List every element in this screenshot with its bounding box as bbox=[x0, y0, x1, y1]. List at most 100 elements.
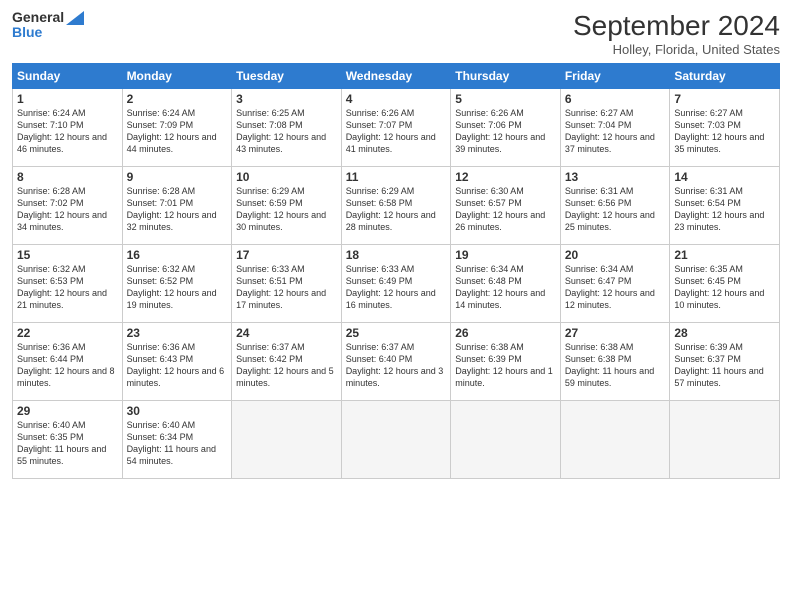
table-row: 7 Sunrise: 6:27 AM Sunset: 7:03 PM Dayli… bbox=[670, 89, 780, 167]
day-number: 23 bbox=[127, 326, 228, 340]
day-info: Sunrise: 6:32 AM Sunset: 6:52 PM Dayligh… bbox=[127, 263, 228, 312]
table-row bbox=[232, 401, 342, 479]
table-row: 25 Sunrise: 6:37 AM Sunset: 6:40 PM Dayl… bbox=[341, 323, 451, 401]
table-row: 11 Sunrise: 6:29 AM Sunset: 6:58 PM Dayl… bbox=[341, 167, 451, 245]
day-info: Sunrise: 6:34 AM Sunset: 6:48 PM Dayligh… bbox=[455, 263, 556, 312]
table-row: 6 Sunrise: 6:27 AM Sunset: 7:04 PM Dayli… bbox=[560, 89, 670, 167]
table-row: 23 Sunrise: 6:36 AM Sunset: 6:43 PM Dayl… bbox=[122, 323, 232, 401]
calendar-week-row: 1 Sunrise: 6:24 AM Sunset: 7:10 PM Dayli… bbox=[13, 89, 780, 167]
day-info: Sunrise: 6:31 AM Sunset: 6:56 PM Dayligh… bbox=[565, 185, 666, 234]
day-number: 1 bbox=[17, 92, 118, 106]
day-number: 13 bbox=[565, 170, 666, 184]
day-info: Sunrise: 6:31 AM Sunset: 6:54 PM Dayligh… bbox=[674, 185, 775, 234]
page-container: General Blue September 2024 Holley, Flor… bbox=[0, 0, 792, 489]
day-info: Sunrise: 6:38 AM Sunset: 6:39 PM Dayligh… bbox=[455, 341, 556, 390]
table-row: 15 Sunrise: 6:32 AM Sunset: 6:53 PM Dayl… bbox=[13, 245, 123, 323]
table-row: 19 Sunrise: 6:34 AM Sunset: 6:48 PM Dayl… bbox=[451, 245, 561, 323]
calendar-week-row: 15 Sunrise: 6:32 AM Sunset: 6:53 PM Dayl… bbox=[13, 245, 780, 323]
col-wednesday: Wednesday bbox=[341, 64, 451, 89]
col-monday: Monday bbox=[122, 64, 232, 89]
table-row: 13 Sunrise: 6:31 AM Sunset: 6:56 PM Dayl… bbox=[560, 167, 670, 245]
day-number: 26 bbox=[455, 326, 556, 340]
day-number: 27 bbox=[565, 326, 666, 340]
table-row: 21 Sunrise: 6:35 AM Sunset: 6:45 PM Dayl… bbox=[670, 245, 780, 323]
table-row: 22 Sunrise: 6:36 AM Sunset: 6:44 PM Dayl… bbox=[13, 323, 123, 401]
calendar-header-row: Sunday Monday Tuesday Wednesday Thursday… bbox=[13, 64, 780, 89]
table-row: 30 Sunrise: 6:40 AM Sunset: 6:34 PM Dayl… bbox=[122, 401, 232, 479]
day-number: 6 bbox=[565, 92, 666, 106]
table-row: 8 Sunrise: 6:28 AM Sunset: 7:02 PM Dayli… bbox=[13, 167, 123, 245]
table-row: 26 Sunrise: 6:38 AM Sunset: 6:39 PM Dayl… bbox=[451, 323, 561, 401]
day-info: Sunrise: 6:24 AM Sunset: 7:10 PM Dayligh… bbox=[17, 107, 118, 156]
table-row: 24 Sunrise: 6:37 AM Sunset: 6:42 PM Dayl… bbox=[232, 323, 342, 401]
day-number: 30 bbox=[127, 404, 228, 418]
day-info: Sunrise: 6:28 AM Sunset: 7:02 PM Dayligh… bbox=[17, 185, 118, 234]
day-info: Sunrise: 6:25 AM Sunset: 7:08 PM Dayligh… bbox=[236, 107, 337, 156]
table-row: 10 Sunrise: 6:29 AM Sunset: 6:59 PM Dayl… bbox=[232, 167, 342, 245]
day-number: 29 bbox=[17, 404, 118, 418]
day-number: 28 bbox=[674, 326, 775, 340]
table-row: 20 Sunrise: 6:34 AM Sunset: 6:47 PM Dayl… bbox=[560, 245, 670, 323]
day-info: Sunrise: 6:34 AM Sunset: 6:47 PM Dayligh… bbox=[565, 263, 666, 312]
day-number: 25 bbox=[346, 326, 447, 340]
day-number: 8 bbox=[17, 170, 118, 184]
day-number: 12 bbox=[455, 170, 556, 184]
month-title: September 2024 bbox=[573, 10, 780, 42]
day-number: 18 bbox=[346, 248, 447, 262]
day-info: Sunrise: 6:29 AM Sunset: 6:59 PM Dayligh… bbox=[236, 185, 337, 234]
col-saturday: Saturday bbox=[670, 64, 780, 89]
header: General Blue September 2024 Holley, Flor… bbox=[12, 10, 780, 57]
logo: General Blue bbox=[12, 10, 84, 41]
day-info: Sunrise: 6:33 AM Sunset: 6:49 PM Dayligh… bbox=[346, 263, 447, 312]
calendar-week-row: 29 Sunrise: 6:40 AM Sunset: 6:35 PM Dayl… bbox=[13, 401, 780, 479]
col-tuesday: Tuesday bbox=[232, 64, 342, 89]
day-info: Sunrise: 6:29 AM Sunset: 6:58 PM Dayligh… bbox=[346, 185, 447, 234]
day-number: 4 bbox=[346, 92, 447, 106]
table-row bbox=[341, 401, 451, 479]
day-number: 22 bbox=[17, 326, 118, 340]
location: Holley, Florida, United States bbox=[573, 42, 780, 57]
calendar-week-row: 22 Sunrise: 6:36 AM Sunset: 6:44 PM Dayl… bbox=[13, 323, 780, 401]
day-number: 3 bbox=[236, 92, 337, 106]
table-row: 14 Sunrise: 6:31 AM Sunset: 6:54 PM Dayl… bbox=[670, 167, 780, 245]
day-number: 21 bbox=[674, 248, 775, 262]
table-row: 12 Sunrise: 6:30 AM Sunset: 6:57 PM Dayl… bbox=[451, 167, 561, 245]
table-row: 27 Sunrise: 6:38 AM Sunset: 6:38 PM Dayl… bbox=[560, 323, 670, 401]
day-number: 2 bbox=[127, 92, 228, 106]
day-number: 14 bbox=[674, 170, 775, 184]
col-thursday: Thursday bbox=[451, 64, 561, 89]
calendar-week-row: 8 Sunrise: 6:28 AM Sunset: 7:02 PM Dayli… bbox=[13, 167, 780, 245]
day-info: Sunrise: 6:40 AM Sunset: 6:34 PM Dayligh… bbox=[127, 419, 228, 468]
table-row: 28 Sunrise: 6:39 AM Sunset: 6:37 PM Dayl… bbox=[670, 323, 780, 401]
calendar-table: Sunday Monday Tuesday Wednesday Thursday… bbox=[12, 63, 780, 479]
day-info: Sunrise: 6:38 AM Sunset: 6:38 PM Dayligh… bbox=[565, 341, 666, 390]
day-info: Sunrise: 6:28 AM Sunset: 7:01 PM Dayligh… bbox=[127, 185, 228, 234]
day-number: 10 bbox=[236, 170, 337, 184]
table-row bbox=[670, 401, 780, 479]
day-info: Sunrise: 6:24 AM Sunset: 7:09 PM Dayligh… bbox=[127, 107, 228, 156]
table-row: 3 Sunrise: 6:25 AM Sunset: 7:08 PM Dayli… bbox=[232, 89, 342, 167]
day-info: Sunrise: 6:27 AM Sunset: 7:04 PM Dayligh… bbox=[565, 107, 666, 156]
day-number: 19 bbox=[455, 248, 556, 262]
table-row: 29 Sunrise: 6:40 AM Sunset: 6:35 PM Dayl… bbox=[13, 401, 123, 479]
day-info: Sunrise: 6:37 AM Sunset: 6:40 PM Dayligh… bbox=[346, 341, 447, 390]
day-number: 11 bbox=[346, 170, 447, 184]
day-info: Sunrise: 6:36 AM Sunset: 6:43 PM Dayligh… bbox=[127, 341, 228, 390]
day-info: Sunrise: 6:27 AM Sunset: 7:03 PM Dayligh… bbox=[674, 107, 775, 156]
day-info: Sunrise: 6:37 AM Sunset: 6:42 PM Dayligh… bbox=[236, 341, 337, 390]
table-row: 9 Sunrise: 6:28 AM Sunset: 7:01 PM Dayli… bbox=[122, 167, 232, 245]
table-row bbox=[560, 401, 670, 479]
day-number: 9 bbox=[127, 170, 228, 184]
table-row: 16 Sunrise: 6:32 AM Sunset: 6:52 PM Dayl… bbox=[122, 245, 232, 323]
table-row: 17 Sunrise: 6:33 AM Sunset: 6:51 PM Dayl… bbox=[232, 245, 342, 323]
table-row: 1 Sunrise: 6:24 AM Sunset: 7:10 PM Dayli… bbox=[13, 89, 123, 167]
day-info: Sunrise: 6:33 AM Sunset: 6:51 PM Dayligh… bbox=[236, 263, 337, 312]
table-row: 18 Sunrise: 6:33 AM Sunset: 6:49 PM Dayl… bbox=[341, 245, 451, 323]
day-info: Sunrise: 6:30 AM Sunset: 6:57 PM Dayligh… bbox=[455, 185, 556, 234]
day-number: 20 bbox=[565, 248, 666, 262]
day-number: 16 bbox=[127, 248, 228, 262]
col-friday: Friday bbox=[560, 64, 670, 89]
col-sunday: Sunday bbox=[13, 64, 123, 89]
day-info: Sunrise: 6:39 AM Sunset: 6:37 PM Dayligh… bbox=[674, 341, 775, 390]
day-info: Sunrise: 6:36 AM Sunset: 6:44 PM Dayligh… bbox=[17, 341, 118, 390]
